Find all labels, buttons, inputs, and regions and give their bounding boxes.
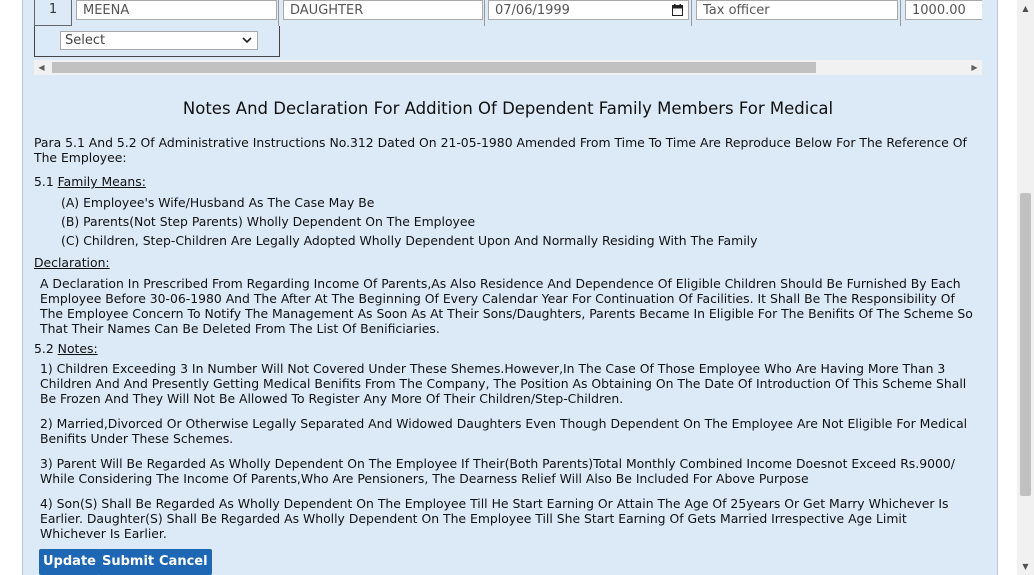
dob-value: 07/06/1999 bbox=[495, 3, 570, 18]
triangle-up-icon[interactable]: ▲ bbox=[1017, 0, 1034, 17]
triangle-right-icon[interactable]: ▶ bbox=[967, 60, 982, 75]
horizontal-scrollbar[interactable]: ◀ ▶ bbox=[34, 60, 982, 75]
page-scroll-thumb[interactable] bbox=[1020, 193, 1031, 496]
family-heading-label: Family Means: bbox=[57, 174, 146, 189]
relation-cell: DAUGHTER bbox=[279, 0, 485, 26]
family-item: (A) Employee's Wife/Husband As The Case … bbox=[61, 195, 375, 210]
income-field[interactable]: 1000.00 bbox=[905, 0, 982, 20]
page-scrollbar[interactable]: ▲ ▼ bbox=[1017, 0, 1034, 575]
select-cell: Select bbox=[34, 26, 280, 57]
triangle-down-icon[interactable]: ▼ bbox=[1017, 558, 1034, 575]
notes-heading-label: Notes: bbox=[57, 341, 98, 356]
dob-field[interactable]: 07/06/1999 bbox=[488, 0, 689, 20]
notes-title: Notes And Declaration For Addition Of De… bbox=[182, 99, 834, 118]
income-cell: 1000.00 bbox=[901, 0, 982, 26]
declaration-heading: Declaration: bbox=[34, 255, 110, 270]
intro-text: Para 5.1 And 5.2 Of Administrative Instr… bbox=[34, 135, 967, 165]
note-item: 4) Son(S) Shall Be Regarded As Wholly De… bbox=[40, 496, 949, 541]
row-index: 1 bbox=[34, 0, 72, 26]
note-item: 1) Children Exceeding 3 In Number Will N… bbox=[40, 361, 967, 406]
notes-prefix: 5.2 bbox=[34, 341, 54, 356]
family-item: (B) Parents(Not Step Parents) Wholly Dep… bbox=[61, 214, 476, 229]
submit-button[interactable]: Submit bbox=[98, 549, 159, 575]
notes-heading: 5.2 Notes: bbox=[34, 341, 98, 356]
cancel-button[interactable]: Cancel bbox=[155, 549, 212, 575]
occupation-field[interactable]: Tax officer bbox=[696, 0, 898, 20]
calendar-icon[interactable] bbox=[672, 4, 683, 16]
family-heading: 5.1 Family Means: bbox=[34, 174, 146, 189]
note-item: 3) Parent Will Be Regarded As Wholly Dep… bbox=[40, 456, 955, 486]
horizontal-scroll-thumb[interactable] bbox=[52, 62, 816, 73]
note-item: 2) Married,Divorced Or Otherwise Legally… bbox=[40, 416, 968, 446]
occupation-cell: Tax officer bbox=[692, 0, 901, 26]
family-prefix: 5.1 bbox=[34, 174, 54, 189]
family-item: (C) Children, Step-Children Are Legally … bbox=[61, 233, 758, 248]
update-button[interactable]: Update bbox=[39, 549, 100, 575]
select-value: Select bbox=[65, 33, 106, 48]
relation-field[interactable]: DAUGHTER bbox=[283, 0, 483, 20]
dependent-select[interactable]: Select bbox=[60, 31, 258, 50]
name-cell: MEENA bbox=[72, 0, 279, 26]
chevron-down-icon bbox=[242, 32, 252, 54]
name-field[interactable]: MEENA bbox=[76, 0, 277, 20]
declaration-text: A Declaration In Prescribed From Regardi… bbox=[40, 276, 973, 336]
dob-cell: 07/06/1999 bbox=[485, 0, 692, 26]
triangle-left-icon[interactable]: ◀ bbox=[34, 60, 49, 75]
